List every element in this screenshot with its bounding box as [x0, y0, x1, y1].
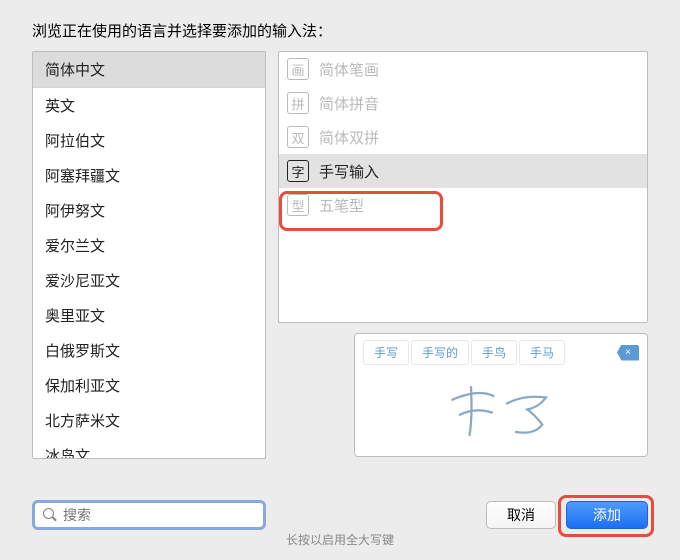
input-method-item[interactable]: 双 简体双拼 [279, 120, 647, 154]
input-method-item[interactable]: 型 五笔型 [279, 188, 647, 222]
ime-label: 简体笔画 [319, 59, 379, 80]
right-column: 画 简体笔画 拼 简体拼音 双 简体双拼 字 手写输入 [278, 51, 648, 459]
ime-badge-icon: 型 [287, 194, 309, 216]
handwriting-stroke-icon [441, 376, 561, 446]
ime-badge-icon: 画 [287, 58, 309, 80]
ime-label: 简体拼音 [319, 93, 379, 114]
input-method-item-selected[interactable]: 字 手写输入 [279, 154, 647, 188]
language-item[interactable]: 爱尔兰文 [33, 228, 265, 263]
ime-badge-icon: 双 [287, 126, 309, 148]
search-icon [43, 508, 57, 522]
search-input[interactable] [63, 507, 255, 523]
candidate[interactable]: 手写的 [411, 340, 469, 365]
input-method-dialog: 浏览正在使用的语言并选择要添加的输入法： 简体中文 英文 阿拉伯文 阿塞拜疆文 … [12, 6, 668, 548]
ime-label: 五笔型 [319, 195, 364, 216]
input-method-panel[interactable]: 画 简体笔画 拼 简体拼音 双 简体双拼 字 手写输入 [278, 51, 648, 323]
language-item[interactable]: 保加利亚文 [33, 368, 265, 403]
handwriting-area[interactable] [355, 365, 647, 456]
language-item[interactable]: 英文 [33, 88, 265, 123]
language-item[interactable]: 阿伊努文 [33, 193, 265, 228]
language-list: 简体中文 英文 阿拉伯文 阿塞拜疆文 阿伊努文 爱尔兰文 爱沙尼亚文 奥里亚文 … [33, 52, 265, 459]
language-item[interactable]: 阿塞拜疆文 [33, 158, 265, 193]
language-item[interactable]: 阿拉伯文 [33, 123, 265, 158]
language-item[interactable]: 白俄罗斯文 [33, 333, 265, 368]
ime-badge-icon: 拼 [287, 92, 309, 114]
candidate[interactable]: 手鸟 [471, 340, 517, 365]
input-method-item[interactable]: 画 简体笔画 [279, 52, 647, 86]
cancel-button[interactable]: 取消 [486, 501, 556, 529]
language-item[interactable]: 北方萨米文 [33, 403, 265, 438]
candidate[interactable]: 手马 [519, 340, 565, 365]
search-box[interactable] [32, 500, 266, 530]
language-item[interactable]: 简体中文 [33, 52, 265, 87]
input-method-list: 画 简体笔画 拼 简体拼音 双 简体双拼 字 手写输入 [279, 52, 647, 222]
add-button[interactable]: 添加 [566, 501, 648, 529]
ime-label: 手写输入 [319, 161, 379, 182]
candidate-bar: 手写 手写的 手鸟 手马 × [355, 334, 647, 365]
language-panel[interactable]: 简体中文 英文 阿拉伯文 阿塞拜疆文 阿伊努文 爱尔兰文 爱沙尼亚文 奥里亚文 … [32, 51, 266, 459]
bottom-row: 取消 添加 [32, 500, 648, 530]
language-item[interactable]: 爱沙尼亚文 [33, 263, 265, 298]
columns: 简体中文 英文 阿拉伯文 阿塞拜疆文 阿伊努文 爱尔兰文 爱沙尼亚文 奥里亚文 … [12, 51, 668, 459]
ime-label: 简体双拼 [319, 127, 379, 148]
input-method-item[interactable]: 拼 简体拼音 [279, 86, 647, 120]
candidate[interactable]: 手写 [363, 340, 409, 365]
language-item[interactable]: 奥里亚文 [33, 298, 265, 333]
delete-icon[interactable]: × [617, 345, 639, 361]
footer-hint: 长按以启用全大写键 [286, 531, 394, 548]
ime-badge-icon: 字 [287, 160, 309, 182]
language-item[interactable]: 冰岛文 [33, 438, 265, 459]
dialog-instruction: 浏览正在使用的语言并选择要添加的输入法： [32, 20, 668, 41]
handwriting-preview: 手写 手写的 手鸟 手马 × [354, 333, 648, 457]
